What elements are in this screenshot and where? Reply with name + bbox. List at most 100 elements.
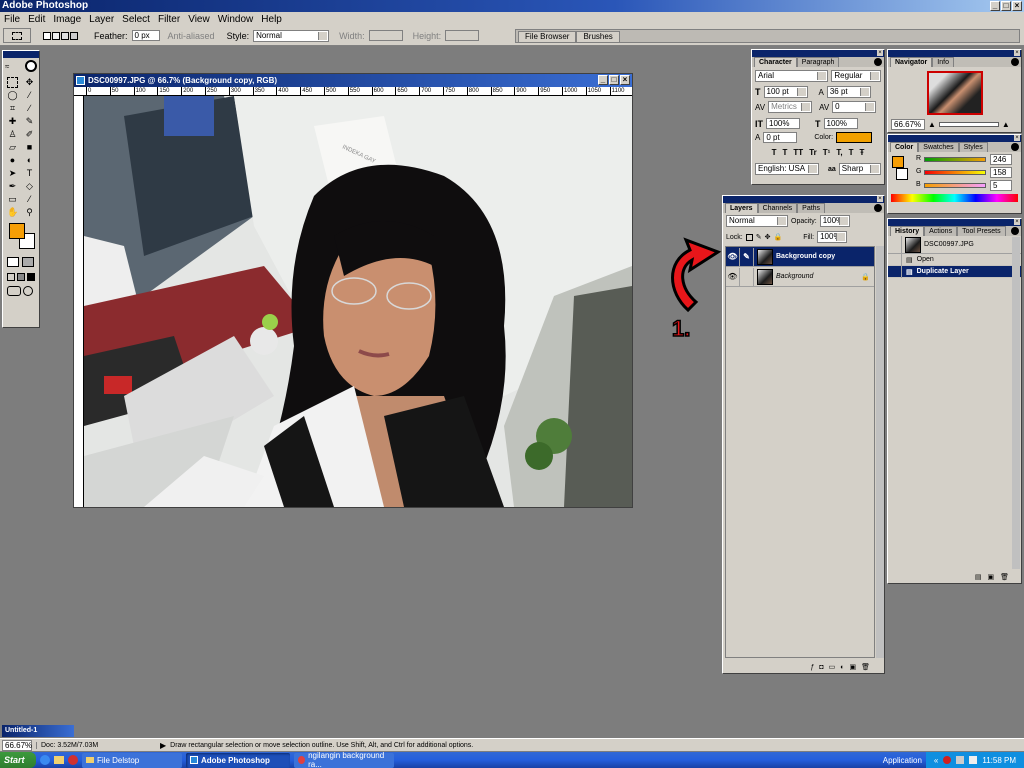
add-selection-icon[interactable] <box>52 31 60 40</box>
close-button[interactable]: × <box>1012 1 1022 11</box>
status-arrow-icon[interactable]: ▶ <box>160 741 166 750</box>
tab-navigator[interactable]: Navigator <box>890 57 933 67</box>
tray-icon-volume[interactable] <box>969 756 978 764</box>
intersect-selection-icon[interactable] <box>70 31 78 40</box>
lock-position-icon[interactable]: ✥ <box>765 233 771 241</box>
layer-name[interactable]: Background copy <box>776 253 835 260</box>
menu-select[interactable]: Select <box>118 14 154 25</box>
g-slider[interactable] <box>924 170 986 175</box>
text-color-swatch[interactable] <box>836 132 873 143</box>
move-tool-icon[interactable]: ✥ <box>24 77 35 88</box>
new-snapshot-icon[interactable]: ▣ <box>987 573 994 581</box>
opacity-select[interactable]: 100% <box>819 215 850 227</box>
crop-tool-icon[interactable]: ⌗ <box>7 103 18 114</box>
tracking-select[interactable]: 0 <box>832 101 877 113</box>
layer-style-icon[interactable]: ƒ <box>810 664 814 671</box>
superscript-button[interactable]: T¹ <box>823 148 831 157</box>
notes-tool-icon[interactable]: ▭ <box>7 194 18 205</box>
navigator-menu-icon[interactable] <box>1011 58 1019 66</box>
brush-tool-icon[interactable]: ✎ <box>24 116 35 127</box>
color-menu-icon[interactable] <box>1011 143 1019 151</box>
photo-canvas[interactable]: INDEKA GAY <box>84 96 632 507</box>
tab-history[interactable]: History <box>890 226 925 236</box>
font-size-select[interactable]: 100 pt <box>763 86 808 98</box>
history-scrollbar[interactable] <box>1012 237 1020 569</box>
clone-stamp-icon[interactable]: ♙ <box>7 129 18 140</box>
visibility-eye-icon[interactable]: 👁 <box>726 247 740 266</box>
blend-mode-select[interactable]: Normal <box>726 215 788 227</box>
small-caps-button[interactable]: Tr <box>809 148 817 157</box>
lock-transparency-icon[interactable] <box>745 233 753 241</box>
tab-character[interactable]: Character <box>754 57 797 67</box>
subtract-selection-icon[interactable] <box>61 31 69 40</box>
antialias-select[interactable]: Sharp <box>838 163 881 175</box>
tab-color[interactable]: Color <box>890 142 919 152</box>
layer-row-background[interactable]: 👁 Background 🔒 <box>726 267 874 287</box>
lock-image-icon[interactable]: ✎ <box>756 233 762 241</box>
magic-wand-tool-icon[interactable]: ⁄ <box>24 90 35 101</box>
history-brush-icon[interactable]: ✐ <box>24 129 35 140</box>
zoom-out-icon[interactable]: ▲ <box>928 120 936 129</box>
imageready-icon[interactable] <box>23 286 33 296</box>
history-source-cell[interactable] <box>888 253 902 266</box>
adobe-online-icon[interactable] <box>25 60 37 72</box>
standard-mode-icon[interactable] <box>7 257 19 267</box>
tool-preset-picker[interactable] <box>3 28 31 43</box>
doc-close-button[interactable]: × <box>620 75 630 85</box>
tab-info[interactable]: Info <box>932 57 954 67</box>
subscript-button[interactable]: T, <box>836 148 842 157</box>
menu-help[interactable]: Help <box>257 14 286 25</box>
tab-actions[interactable]: Actions <box>924 226 958 236</box>
visibility-eye-icon[interactable]: 👁 <box>726 267 740 286</box>
dodge-tool-icon[interactable]: ◐ <box>24 155 35 166</box>
tab-swatches[interactable]: Swatches <box>918 142 959 152</box>
foreground-color-swatch[interactable] <box>9 223 25 239</box>
taskbar-item-browser[interactable]: ngilangin background ra... <box>294 751 394 768</box>
history-source-cell[interactable] <box>888 265 902 278</box>
path-selection-icon[interactable]: ➤ <box>7 168 18 179</box>
fg-color-chip[interactable] <box>892 156 904 168</box>
shape-tool-icon[interactable]: ◇ <box>24 181 35 192</box>
eyedropper-tool-icon[interactable]: ⁄ <box>24 194 35 205</box>
r-input[interactable]: 246 <box>990 154 1012 165</box>
character-panel-close[interactable]: × <box>877 50 883 56</box>
eraser-tool-icon[interactable]: ▱ <box>7 142 18 153</box>
lasso-tool-icon[interactable]: ◯ <box>7 90 18 101</box>
delete-layer-icon[interactable]: 🗑 <box>861 663 870 671</box>
screen-mode-full-menu-icon[interactable] <box>17 273 25 281</box>
history-snapshot[interactable]: DSC00997.JPG <box>888 235 1021 254</box>
blur-tool-icon[interactable]: ● <box>7 155 18 166</box>
new-document-icon[interactable]: ▤ <box>975 573 982 581</box>
fill-select[interactable]: 100% <box>817 231 848 243</box>
layers-panel-close[interactable]: × <box>877 196 883 202</box>
healing-brush-icon[interactable]: ✚ <box>7 116 18 127</box>
navigator-thumbnail[interactable] <box>926 71 983 115</box>
history-panel-close[interactable]: × <box>1014 219 1020 225</box>
layer-row-background-copy[interactable]: 👁 ✎ Background copy <box>726 247 874 267</box>
start-button[interactable]: Start <box>0 752 36 768</box>
baseline-shift-input[interactable]: 0 pt <box>763 132 798 143</box>
horizontal-scale-input[interactable]: 100% <box>823 118 858 129</box>
faux-bold-button[interactable]: T <box>772 148 777 157</box>
hand-tool-icon[interactable]: ✋ <box>7 207 18 218</box>
language-bar[interactable]: Application <box>883 756 922 765</box>
zoom-slider[interactable] <box>938 122 999 127</box>
menu-view[interactable]: View <box>184 14 214 25</box>
tray-icon-network[interactable] <box>956 756 965 764</box>
style-select[interactable]: Normal <box>253 29 330 42</box>
kerning-select[interactable]: Metrics <box>768 101 813 113</box>
navigator-zoom-input[interactable]: 66.67% <box>891 119 925 130</box>
zoom-tool-icon[interactable]: ⚲ <box>24 207 35 218</box>
brush-link-icon[interactable]: ✎ <box>740 247 754 266</box>
status-doc-size[interactable]: Doc: 3.52M/7.03M <box>36 741 156 749</box>
quick-mask-icon[interactable] <box>22 257 34 267</box>
vertical-scale-input[interactable]: 100% <box>766 118 800 129</box>
gradient-tool-icon[interactable]: ■ <box>24 142 35 153</box>
panel-menu-icon[interactable] <box>874 58 882 66</box>
new-selection-icon[interactable] <box>43 31 51 40</box>
delete-state-icon[interactable]: 🗑 <box>1000 573 1009 581</box>
tab-channels[interactable]: Channels <box>757 203 798 213</box>
r-slider[interactable] <box>924 157 986 162</box>
leading-select[interactable]: 36 pt <box>826 86 871 98</box>
layers-scrollbar[interactable] <box>876 246 884 658</box>
